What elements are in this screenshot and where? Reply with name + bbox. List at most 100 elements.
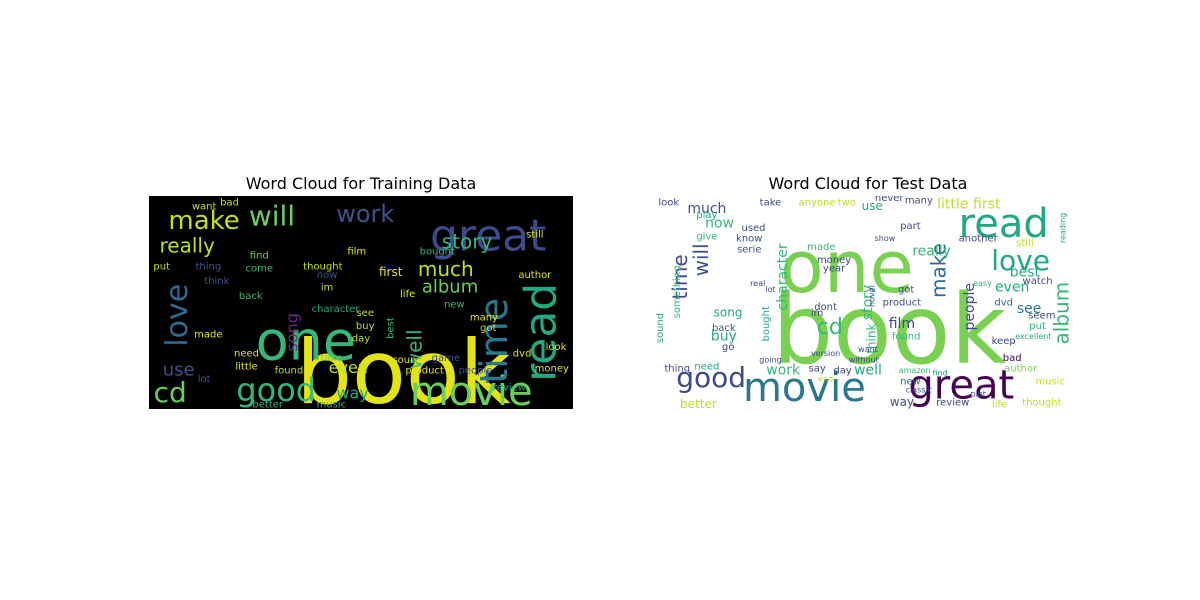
word-film: film [889, 316, 915, 332]
word-people: people [962, 283, 978, 330]
word-day: day [352, 334, 370, 345]
word-got: got [480, 323, 496, 334]
word-character: character [312, 304, 361, 315]
word-give: give [696, 231, 717, 242]
word-amazon: amazon [899, 366, 931, 375]
word-people: people [459, 366, 493, 377]
word-made: made [807, 242, 835, 253]
word-seem: seem [1028, 310, 1055, 321]
word-buy: buy [356, 321, 375, 332]
word-sound: sound [392, 355, 422, 366]
word-song: song [283, 313, 302, 351]
word-reading: reading [1059, 213, 1068, 243]
word-put: put [153, 261, 170, 272]
word-bad: bad [1003, 353, 1022, 364]
word-bad: bad [220, 197, 239, 208]
word-need: need [694, 361, 719, 372]
word-first: first [973, 197, 1001, 213]
word-work: work [336, 200, 394, 228]
word-watch: watch [1023, 276, 1053, 287]
word-show: show [875, 234, 896, 243]
word-classic: classic [906, 385, 932, 394]
word-day: day [833, 366, 851, 377]
word-real: real [750, 279, 765, 288]
word-song: song [714, 306, 743, 320]
word-look: look [546, 342, 567, 353]
word-easy: easy [973, 279, 992, 288]
word-back: back [712, 323, 736, 334]
word-review: review [493, 383, 526, 394]
word-first: first [379, 265, 403, 279]
word-better: better [680, 397, 717, 409]
word-way: way [890, 395, 914, 409]
word-film: film [347, 246, 366, 257]
word-version: version [811, 349, 840, 358]
word-still: still [526, 229, 543, 240]
word-thing: thing [664, 364, 690, 375]
word-im: im [321, 283, 334, 294]
word-still: still [1016, 238, 1033, 249]
word-another: another [959, 234, 999, 245]
word-little: little [235, 361, 257, 372]
word-want: want [192, 202, 217, 213]
word-will: will [689, 243, 713, 276]
word-anyone: anyone [799, 197, 836, 208]
word-many: many [470, 312, 498, 323]
word-without: without [849, 356, 879, 365]
word-think: think [204, 276, 229, 287]
word-back: back [239, 291, 263, 302]
word-author: author [518, 270, 552, 281]
word-use: use [163, 360, 195, 381]
word-look: look [658, 197, 679, 208]
word-sound: sound [656, 313, 666, 343]
word-money: money [535, 364, 569, 375]
word-need: need [234, 349, 259, 360]
word-found: found [892, 332, 921, 343]
word-going: going [759, 356, 781, 365]
word-go: go [722, 342, 734, 353]
word-found: found [275, 366, 304, 377]
word-character: character [775, 243, 791, 310]
word-two: two [838, 197, 856, 208]
word-bought: bought [420, 246, 455, 257]
word-dvd: dvd [513, 349, 532, 360]
word-find: find [250, 251, 269, 262]
word-end: end [818, 375, 833, 384]
word-little: little [937, 197, 968, 213]
test-wordcloud-canvas: book one movie great read good love make will tim… [656, 196, 1080, 409]
word-work: work [766, 363, 801, 379]
word-play: play [696, 210, 717, 221]
word-keep: keep [992, 336, 1016, 347]
word-album: album [422, 277, 478, 298]
word-lot: lot [198, 374, 211, 385]
word-best: best [386, 317, 397, 339]
word-take: take [320, 353, 342, 364]
training-wordcloud-svg: bookonemoviegoodgreattime readlovemake wil… [153, 197, 569, 409]
word-well: well [854, 363, 882, 379]
word-life: life [992, 400, 1007, 409]
word-review: review [936, 398, 969, 409]
training-wordcloud-title: Word Cloud for Training Data [245, 174, 477, 193]
word-plot: plot [971, 390, 986, 399]
word-will: will [249, 199, 295, 232]
word-now: now [317, 270, 338, 281]
word-thing: thing [195, 261, 221, 272]
word-see: see [356, 308, 374, 319]
word-money: money [817, 255, 851, 266]
figure: Word Cloud for Training Data book one movi… [0, 0, 1200, 600]
word-better: better [252, 400, 283, 409]
word-know: know [736, 234, 762, 245]
word-product: product [883, 298, 922, 309]
word-bought: bought [761, 306, 772, 341]
word-take: take [760, 197, 782, 208]
training-wordcloud-canvas: book one movie good great time read love make wil… [149, 196, 573, 409]
word-thought: thought [1022, 398, 1061, 409]
test-wordcloud-svg: bookonemovie greatreadgoodlovemakewilltim… [656, 196, 1074, 409]
word-new: new [444, 300, 465, 311]
word-part: part [900, 221, 921, 232]
word-life: life [400, 289, 415, 300]
word-many: many [905, 196, 933, 206]
word-really: really [160, 234, 215, 258]
word-say: say [808, 364, 825, 375]
word-really: really [912, 243, 951, 259]
